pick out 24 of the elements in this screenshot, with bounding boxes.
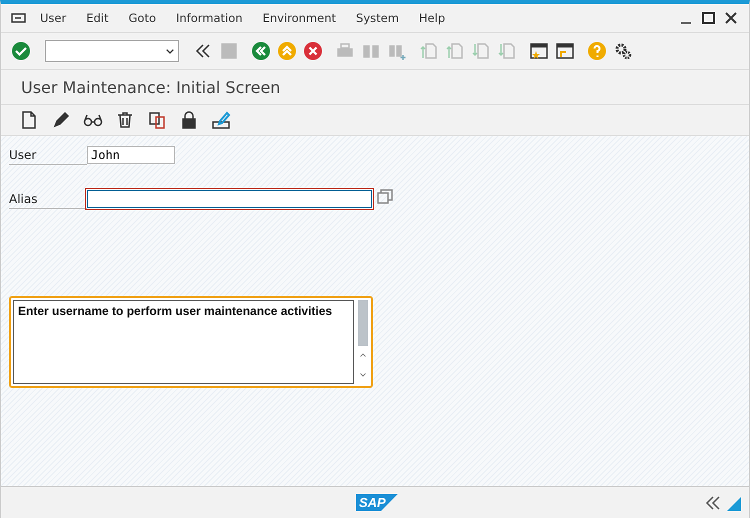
menu-item[interactable]: Environment <box>254 11 346 25</box>
trash-icon[interactable] <box>115 110 135 130</box>
input-field[interactable] <box>87 190 372 208</box>
message-text: Enter username to perform user maintenance activities <box>13 300 354 384</box>
menu-item[interactable]: System <box>347 11 408 25</box>
logo: SAP <box>356 494 398 511</box>
scrollbar-thumb[interactable] <box>358 300 368 346</box>
screen-title: User Maintenance: Initial Screen <box>1 70 749 105</box>
menu-item[interactable]: Information <box>167 11 252 25</box>
settings-icon[interactable] <box>613 41 633 61</box>
cancel-icon[interactable] <box>303 41 323 61</box>
edit-table-icon[interactable] <box>211 110 231 130</box>
pencil-icon[interactable] <box>51 110 71 130</box>
menu-item[interactable]: Help <box>410 11 454 25</box>
copy-icon[interactable] <box>147 110 167 130</box>
command-field[interactable] <box>45 40 179 62</box>
check-icon[interactable] <box>11 41 31 61</box>
value-help-icon[interactable] <box>375 187 395 207</box>
back-icon[interactable] <box>251 41 271 61</box>
caret-icon <box>166 48 174 54</box>
menu-item[interactable]: User <box>31 11 76 25</box>
input-field[interactable]: John <box>87 146 175 164</box>
menu-item[interactable]: Edit <box>77 11 118 25</box>
menu-item[interactable]: Goto <box>120 11 165 25</box>
